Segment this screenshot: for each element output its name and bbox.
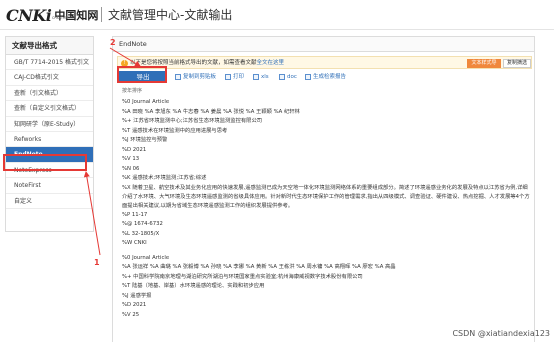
record-line: %V 25 [122, 311, 140, 318]
record-line: %L 32-1805/X [122, 230, 160, 237]
record-line: %A 张运祥 %A 曲璐 %A 张毅博 %A 孙晓 %A 李娜 %A 黄新 %A… [122, 264, 396, 270]
text-style-export-button[interactable]: 文本样式导 [467, 59, 501, 68]
export-main-panel: EndNote ! 以下是您将按照当前格式导出的文献，如需查看文献全文在这里 文… [112, 36, 535, 342]
generate-report-button[interactable]: 生成检索报告 [305, 73, 346, 81]
sidebar-item-chaxin[interactable]: 查新（引文格式） [6, 86, 93, 102]
print-button[interactable]: 打印 [225, 73, 244, 81]
page-title: 文献管理中心-文献输出 [108, 8, 233, 22]
record-line: %K 遥感技术;环境监测;江苏省;综述 [122, 175, 207, 181]
xls-label: xls [261, 74, 269, 80]
printer-icon [225, 74, 231, 80]
export-records: %0 Journal Article %A 田晓 %A 李旭东 %A 牛志春 %… [122, 98, 532, 320]
format-tabbar: EndNote [113, 37, 534, 52]
record-line: %A 田晓 %A 李旭东 %A 牛志春 %A 姜晨 %A 张悦 %A 王颖颖 %… [122, 108, 300, 115]
sidebar-item-chaxin-custom[interactable]: 查新（自定义引文格式） [6, 101, 93, 117]
tab-endnote[interactable]: EndNote [113, 37, 534, 52]
sidebar-item-refworks[interactable]: Refworks [6, 132, 93, 148]
record-line: %0 Journal Article [122, 99, 170, 105]
record-line: %0 Journal Article [122, 254, 170, 261]
app-header: CNKi 中国知网 cnki.net 文献管理中心-文献输出 [0, 0, 554, 30]
report-icon [305, 74, 311, 80]
copy-label: 复制到剪贴板 [183, 74, 217, 80]
record-line: %D 2021 [122, 302, 147, 308]
record-line: %W CNKI [122, 240, 147, 246]
endnote-highlight-box [3, 154, 87, 171]
doc-label: doc [287, 74, 297, 80]
record-line: %T 陆基（地基、岸基）水环境遥感的理论、实践和初步应用 [122, 283, 265, 289]
notice-fulltext-link[interactable]: 全文在这里 [257, 60, 285, 66]
copy-selection-button[interactable]: 复制摘选 [503, 59, 531, 68]
csdn-watermark: CSDN @xiatiandexia123 [452, 329, 550, 338]
sort-hint: 按年排序 [122, 88, 143, 94]
sidebar-item-cajcd[interactable]: CAJ-CD格式引文 [6, 70, 93, 86]
record-line: %N 06 [122, 165, 140, 172]
export-highlight-box [117, 66, 167, 83]
sidebar-item-custom[interactable]: 自定义 [6, 194, 93, 209]
record-abstract: %X 随着卫星、航空技术及其业务化应用的快速发展,遥感监测已成为天空地一体化环境… [122, 184, 530, 209]
record-line: %+ 江苏省环境监测中心;江苏省生态环境监测监控有限公司 [122, 118, 263, 124]
logo-mark: CNKi [6, 5, 52, 25]
report-label: 生成检索报告 [313, 74, 347, 80]
xls-icon [253, 74, 259, 80]
record-line: %J 环境监控与预警 [122, 137, 168, 143]
record-line: %P 11-17 [122, 211, 148, 218]
copy-to-clipboard-button[interactable]: 复制到剪贴板 [175, 73, 216, 81]
record-line: %V 13 [122, 156, 140, 162]
sidebar-item-estudy[interactable]: 知网研学（原E-Study） [6, 117, 93, 132]
sidebar-item-gbt7714[interactable]: GB/T 7714-2015 格式引文 [6, 55, 93, 71]
record-line: %@ 1674-6732 [122, 221, 163, 227]
clipboard-icon [175, 74, 181, 80]
sidebar-item-notefirst[interactable]: NoteFirst [6, 178, 93, 194]
export-toolbar: 导出 复制到剪贴板 打印 xls doc 生成检索报告 [119, 71, 531, 83]
print-label: 打印 [233, 74, 245, 80]
annotation-step-1: 1 [94, 258, 100, 267]
record-line: %T 遥感技术在环境监测中的应用进展与思考 [122, 127, 228, 134]
export-format-sidebar: 文献导出格式 GB/T 7714-2015 格式引文 CAJ-CD格式引文 查新… [5, 36, 94, 232]
doc-icon [279, 74, 285, 80]
notice-bar: ! 以下是您将按照当前格式导出的文献，如需查看文献全文在这里 文本样式导 复制摘… [117, 56, 532, 69]
header-divider [101, 7, 102, 22]
annotation-step-2: 2 [110, 38, 116, 47]
record-line: %D 2021 [122, 146, 147, 153]
logo-subtitle: cnki.net [52, 15, 68, 20]
record-line: %+ 中国科学院南京地理与湖泊研究所湖泊与环境国家重点实验室;杭州海康威视数字技… [122, 273, 363, 280]
xls-button[interactable]: xls [253, 73, 269, 81]
sidebar-title: 文献导出格式 [6, 37, 93, 55]
record-line: %J 遥感学报 [122, 292, 152, 299]
doc-button[interactable]: doc [279, 73, 297, 81]
